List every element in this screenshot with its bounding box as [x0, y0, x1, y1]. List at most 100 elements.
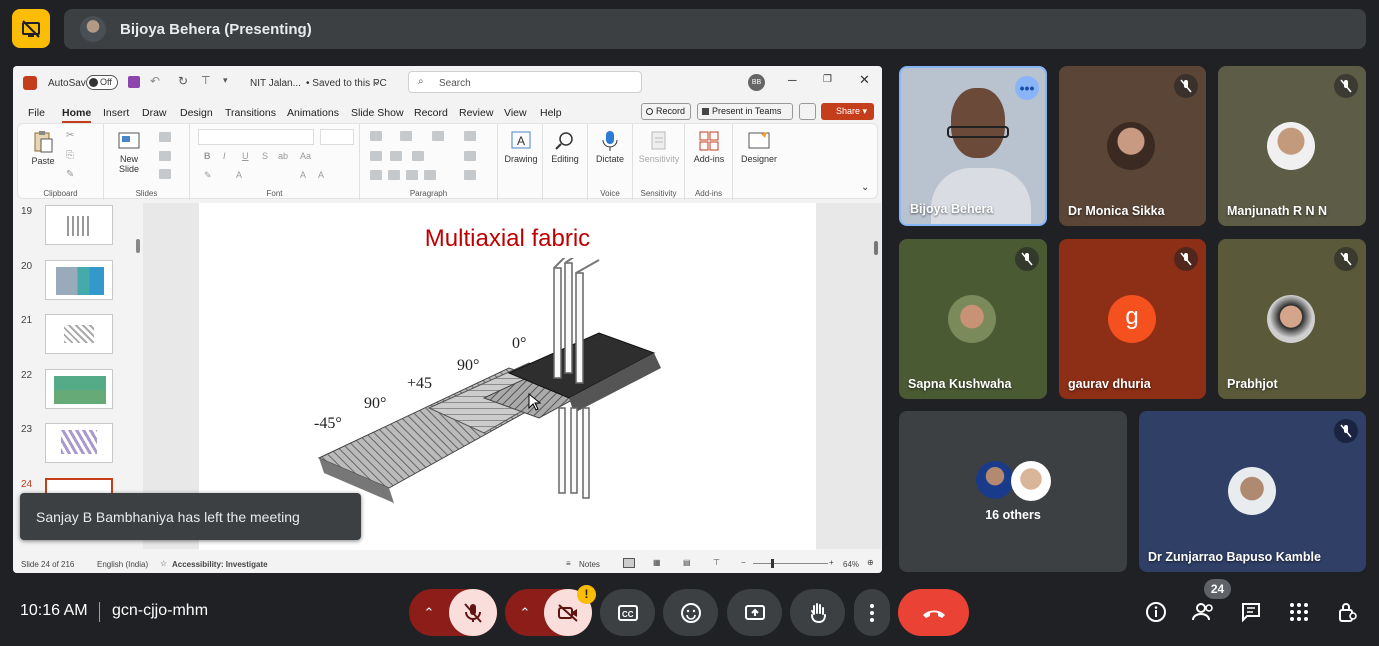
slide-thumbnail[interactable] [45, 205, 113, 245]
grow-font-icon[interactable]: A [300, 170, 306, 180]
notes-button[interactable]: Notes [579, 560, 600, 569]
slide-sorter-icon[interactable]: ▦ [653, 558, 661, 567]
menu-review[interactable]: Review [459, 107, 493, 119]
accessibility-status[interactable]: Accessibility: Investigate [172, 560, 268, 569]
search-box[interactable]: ⌕ Search [408, 71, 642, 93]
zoom-in-icon[interactable]: + [829, 558, 834, 567]
menu-view[interactable]: View [504, 107, 527, 119]
participant-tile[interactable]: Sapna Kushwaha [899, 239, 1047, 399]
designer-button[interactable]: Designer [737, 130, 781, 164]
menu-home[interactable]: Home [62, 107, 92, 123]
menu-help[interactable]: Help [540, 107, 562, 119]
dictate-button[interactable]: Dictate [590, 130, 630, 164]
record-button[interactable]: Record [641, 103, 691, 120]
save-state-chevron-icon[interactable]: ⌄ [373, 77, 381, 88]
change-case-icon[interactable]: Aa [300, 151, 311, 161]
italic-icon[interactable]: I [223, 151, 226, 161]
redo-icon[interactable]: ↻ [178, 74, 188, 88]
columns-icon[interactable] [412, 151, 424, 161]
slide-thumbnail[interactable] [45, 369, 113, 409]
comments-icon[interactable] [799, 103, 816, 120]
host-controls-button[interactable] [1333, 598, 1361, 626]
reset-icon[interactable] [159, 151, 171, 161]
smartart-icon[interactable] [464, 170, 476, 180]
bullets-icon[interactable] [370, 131, 382, 141]
menu-insert[interactable]: Insert [103, 107, 129, 119]
zoom-level[interactable]: 64% [843, 560, 859, 569]
minimize-icon[interactable]: ─ [788, 73, 797, 87]
more-options-button[interactable] [854, 589, 890, 636]
slideshow-view-icon[interactable]: ⊤ [713, 558, 720, 567]
file-name[interactable]: NIT Jalan... [250, 78, 301, 89]
format-painter-icon[interactable]: ✎ [66, 169, 74, 180]
slide-thumbnail[interactable] [45, 314, 113, 354]
menu-design[interactable]: Design [180, 107, 213, 119]
audio-options-chevron-icon[interactable]: ⌃ [409, 589, 449, 636]
align-center-icon[interactable] [388, 170, 400, 180]
menu-draw[interactable]: Draw [142, 107, 167, 119]
layout-icon[interactable] [159, 132, 171, 142]
participant-tile[interactable]: Manjunath R N N [1218, 66, 1366, 226]
unmute-button[interactable] [449, 589, 497, 636]
present-in-teams-button[interactable]: Present in Teams [697, 103, 793, 120]
leave-call-button[interactable] [898, 589, 969, 636]
user-avatar[interactable]: BB [748, 74, 765, 91]
participant-tile[interactable]: Prabhjot [1218, 239, 1366, 399]
font-family-select[interactable] [198, 129, 314, 145]
editing-button[interactable]: Editing [545, 130, 585, 164]
chat-button[interactable] [1237, 598, 1265, 626]
copy-icon[interactable]: ⎘ [66, 150, 74, 161]
paste-button[interactable]: Paste [28, 130, 58, 166]
reading-view-icon[interactable]: ▤ [683, 558, 691, 567]
spacing-icon[interactable]: ab [278, 151, 288, 161]
sensitivity-button[interactable]: Sensitivity [635, 130, 683, 164]
activities-button[interactable] [1285, 598, 1313, 626]
normal-view-icon[interactable] [623, 558, 635, 568]
participant-tile[interactable]: Dr Zunjarrao Bapuso Kamble [1139, 411, 1366, 572]
present-now-button[interactable] [727, 589, 782, 636]
present-icon[interactable]: ⊤ [201, 74, 211, 87]
share-button[interactable]: Share ▾ [821, 103, 874, 120]
undo-icon[interactable]: ↶ [150, 74, 160, 88]
fit-to-window-icon[interactable]: ⊕ [867, 558, 874, 567]
drawing-button[interactable]: A Drawing [502, 130, 540, 164]
restore-icon[interactable]: ❐ [823, 74, 832, 85]
slide-thumbnail[interactable] [45, 260, 113, 300]
reactions-button[interactable] [663, 589, 718, 636]
font-color-icon[interactable]: A [236, 170, 242, 180]
zoom-slider[interactable] [753, 559, 828, 568]
menu-transitions[interactable]: Transitions [225, 107, 276, 119]
people-button[interactable] [1190, 598, 1218, 626]
others-tile[interactable]: 16 others [899, 411, 1127, 572]
align-text-icon[interactable] [464, 151, 476, 161]
language-status[interactable]: English (India) [97, 560, 148, 569]
font-size-select[interactable] [320, 129, 354, 145]
save-icon[interactable] [128, 76, 140, 88]
collapse-ribbon-icon[interactable]: ⌄ [861, 182, 869, 193]
text-direction-icon[interactable] [464, 131, 476, 141]
video-options-chevron-icon[interactable]: ⌃ [505, 589, 545, 636]
underline-icon[interactable]: U [242, 151, 249, 161]
slide-thumbnail[interactable] [45, 423, 113, 463]
addins-button[interactable]: Add-ins [687, 130, 731, 164]
close-icon[interactable]: ✕ [859, 72, 870, 88]
participant-tile[interactable]: Dr Monica Sikka [1059, 66, 1206, 226]
decrease-indent-icon[interactable] [370, 151, 382, 161]
meeting-code[interactable]: gcn-cjjo-mhm [112, 602, 208, 620]
slide-scrollbar[interactable] [871, 203, 881, 549]
menu-file[interactable]: File [28, 107, 45, 119]
zoom-out-icon[interactable]: − [741, 558, 746, 567]
bold-icon[interactable]: B [204, 151, 211, 161]
align-left-icon[interactable] [370, 170, 382, 180]
customize-qat-icon[interactable]: ▾ [223, 75, 228, 86]
menu-slide-show[interactable]: Slide Show [351, 107, 404, 119]
raise-hand-button[interactable] [790, 589, 845, 636]
numbering-icon[interactable] [400, 131, 412, 141]
clear-format-icon[interactable]: A [318, 170, 324, 180]
strikethrough-icon[interactable]: S [262, 151, 268, 161]
stop-presenting-icon[interactable] [12, 9, 50, 48]
cut-icon[interactable]: ✂ [66, 130, 74, 141]
justify-icon[interactable] [424, 170, 436, 180]
highlight-icon[interactable]: ✎ [204, 170, 212, 181]
more-options-icon[interactable]: ••• [1015, 76, 1039, 100]
